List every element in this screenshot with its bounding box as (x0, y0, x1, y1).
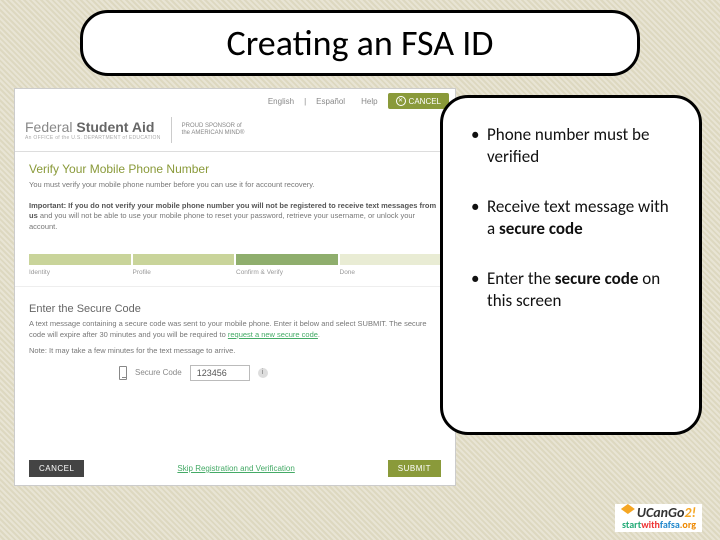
bullets-box: Phone number must be verified Receive te… (440, 95, 702, 435)
screenshot-footer: CANCEL Skip Registration and Verificatio… (15, 450, 455, 485)
fsa-header: Federal Student Aid An OFFICE of the U.S… (15, 113, 455, 152)
phone-icon (119, 366, 127, 380)
logo-sub: An OFFICE of the U.S. DEPARTMENT of EDUC… (25, 135, 161, 141)
step-done: Done (340, 269, 442, 276)
progress-labels: Identity Profile Confirm & Verify Done (29, 269, 441, 276)
bullet-3: Enter the secure code on this screen (471, 268, 679, 312)
slide-title-text: Creating an FSA ID (227, 21, 494, 65)
help-link[interactable]: Help (361, 97, 377, 106)
slide-title: Creating an FSA ID (80, 10, 640, 76)
step-profile: Profile (133, 269, 235, 276)
lang-english-link[interactable]: English (268, 97, 294, 106)
secure-code-row: Secure Code i (119, 365, 441, 381)
sponsor-text: PROUD SPONSOR of the AMERICAN MIND® (182, 123, 245, 137)
info-icon[interactable]: i (258, 368, 268, 378)
progress-seg-identity (29, 254, 131, 265)
grad-cap-icon (621, 504, 635, 514)
step-confirm: Confirm & Verify (236, 269, 338, 276)
progress-seg-done (340, 254, 442, 265)
progress-seg-profile (133, 254, 235, 265)
request-new-code-link[interactable]: request a new secure code (228, 330, 318, 339)
step-identity: Identity (29, 269, 131, 276)
embedded-screenshot: English | Español Help CANCEL Federal St… (14, 88, 456, 486)
fsa-logo: Federal Student Aid An OFFICE of the U.S… (25, 119, 161, 141)
bullet-1: Phone number must be verified (471, 124, 679, 168)
top-bar: English | Español Help CANCEL (15, 89, 455, 113)
cancel-button[interactable]: CANCEL (29, 460, 84, 477)
skip-link[interactable]: Skip Registration and Verification (177, 464, 294, 473)
footer-logos: UCanGo2! startwithfafsa.org (615, 504, 702, 532)
top-cancel-button[interactable]: CANCEL (388, 93, 449, 109)
secure-section: Enter the Secure Code A text message con… (15, 293, 455, 389)
verify-heading: Verify Your Mobile Phone Number (29, 162, 441, 176)
submit-button[interactable]: SUBMIT (388, 460, 441, 477)
startwithfafsa-logo: startwithfafsa.org (621, 520, 696, 530)
secure-note: Note: It may take a few minutes for the … (29, 346, 441, 357)
verify-section: Verify Your Mobile Phone Number You must… (15, 152, 455, 201)
secure-code-label: Secure Code (135, 368, 182, 377)
verify-warning: Important: If you do not verify your mob… (15, 201, 455, 243)
secure-heading: Enter the Secure Code (29, 303, 441, 315)
top-cancel-label: CANCEL (409, 97, 441, 106)
logo-bold: Student Aid (76, 119, 154, 135)
lang-espanol-link[interactable]: Español (316, 97, 345, 106)
bullet-2: Receive text message with a secure code (471, 196, 679, 240)
logo-divider (171, 117, 172, 143)
verify-text-1: You must verify your mobile phone number… (29, 180, 441, 191)
progress-seg-confirm (236, 254, 338, 265)
progress-bar (29, 254, 441, 265)
logo-thin: Federal (25, 119, 76, 135)
verify-text-2: Important: If you do not verify your mob… (29, 201, 441, 233)
secure-text: A text message containing a secure code … (29, 319, 441, 340)
secure-code-input[interactable] (190, 365, 250, 381)
